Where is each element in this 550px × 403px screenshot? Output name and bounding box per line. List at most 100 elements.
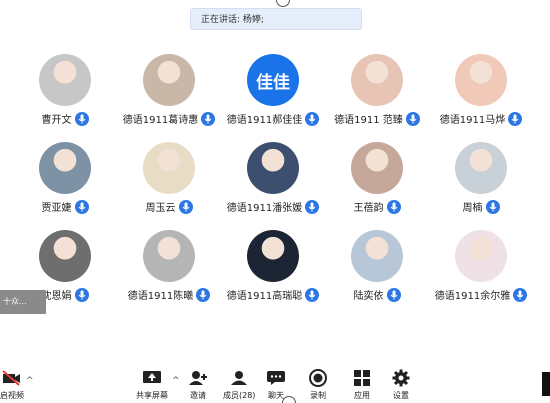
share-screen-button[interactable]: 共享屏幕: [136, 368, 168, 401]
participant-avatar: [351, 142, 403, 194]
participant-tile[interactable]: 贾亚婕: [13, 138, 117, 226]
participant-name-row: 曹开文: [42, 111, 89, 126]
record-button[interactable]: 录制: [309, 368, 327, 401]
microphone-icon: [386, 287, 401, 302]
participant-avatar: [455, 142, 507, 194]
participant-avatar: [143, 54, 195, 106]
participant-name-row: 德语1911 范臻: [334, 111, 420, 126]
participant-name: 陆奕依: [353, 291, 384, 302]
participant-avatar: [39, 54, 91, 106]
add-user-icon: [188, 368, 208, 388]
participant-avatar: [39, 230, 91, 282]
settings-label: 设置: [393, 391, 409, 400]
participant-tile[interactable]: 周楠: [429, 138, 533, 226]
microphone-icon: [74, 111, 89, 126]
participant-avatar: [455, 230, 507, 282]
microphone-icon: [305, 287, 320, 302]
floating-side-tab[interactable]: 十众...: [0, 290, 46, 314]
microphone-icon: [74, 287, 89, 302]
microphone-icon: [508, 111, 523, 126]
participant-tile[interactable]: 德语1911高瑞聪: [221, 226, 325, 314]
participant-tile[interactable]: 德语1911余尔雅: [429, 226, 533, 314]
participant-avatar: [247, 142, 299, 194]
participant-tile[interactable]: 德语1911潘张媛: [221, 138, 325, 226]
share-options-chevron-icon[interactable]: ^: [172, 376, 180, 386]
participant-avatar: [351, 230, 403, 282]
participant-name-row: 德语1911陈曦: [127, 287, 211, 302]
bottom-drag-handle[interactable]: [282, 396, 296, 403]
video-off-icon: [2, 368, 22, 388]
apps-grid-icon: [353, 368, 371, 388]
participant-name-row: 德语1911余尔雅: [434, 287, 528, 302]
participant-name: 曹开文: [41, 115, 72, 126]
microphone-icon: [74, 199, 89, 214]
participant-tile[interactable]: 曹开文: [13, 50, 117, 138]
members-button[interactable]: 成员(28): [223, 368, 255, 401]
record-label: 录制: [310, 391, 326, 400]
apps-button[interactable]: 应用: [353, 368, 371, 401]
members-icon: [229, 368, 249, 388]
microphone-icon: [201, 111, 216, 126]
participant-avatar: [143, 142, 195, 194]
participant-avatar: [143, 230, 195, 282]
participant-name: 周楠: [462, 203, 483, 214]
participant-tile[interactable]: 陆奕依: [325, 226, 429, 314]
participant-avatar: [39, 142, 91, 194]
microphone-icon: [485, 199, 500, 214]
participant-name-row: 德语1911潘张媛: [226, 199, 320, 214]
video-options-chevron-icon[interactable]: ^: [26, 376, 34, 386]
participant-tile[interactable]: 德语1911马烨: [429, 50, 533, 138]
speaking-banner: 正在讲话: 杨婷;: [190, 8, 362, 30]
participant-name-row: 王蓓韵: [354, 199, 401, 214]
participant-avatar: [247, 230, 299, 282]
invite-label: 邀请: [190, 391, 206, 400]
microphone-icon: [513, 287, 528, 302]
video-button-label: 启视频: [0, 391, 24, 400]
record-icon: [309, 368, 327, 388]
chat-icon: [266, 368, 286, 388]
microphone-icon: [386, 199, 401, 214]
participant-name-row: 德语1911郝佳佳: [226, 111, 320, 126]
participant-name: 德语1911余尔雅: [434, 291, 511, 302]
chat-button[interactable]: 聊天: [266, 368, 286, 401]
microphone-icon: [305, 199, 320, 214]
participant-name-row: 陆奕依: [354, 287, 401, 302]
invite-button[interactable]: 邀请: [188, 368, 208, 401]
participant-avatar: 佳佳: [247, 54, 299, 106]
participant-name: 沈恩娟: [41, 291, 72, 302]
participant-name: 德语1911 范臻: [334, 115, 403, 126]
share-screen-icon: [142, 368, 162, 388]
participant-grid: 曹开文 德语1911葛诗惠 佳佳 德语1911郝佳佳 德语1911 范臻 德语1911马烨…: [13, 50, 533, 314]
meeting-toolbar: 启视频 ^ 共享屏幕 ^ 邀请 成员(28) 聊天 录制 应用 设置: [0, 364, 550, 403]
participant-name-row: 德语1911葛诗惠: [122, 111, 216, 126]
participant-tile[interactable]: 佳佳德语1911郝佳佳: [221, 50, 325, 138]
participant-tile[interactable]: 德语1911葛诗惠: [117, 50, 221, 138]
participant-name-row: 沈恩娟: [42, 287, 89, 302]
apps-label: 应用: [354, 391, 370, 400]
settings-button[interactable]: 设置: [392, 368, 410, 401]
participant-name: 德语1911高瑞聪: [226, 291, 303, 302]
participant-avatar: [455, 54, 507, 106]
participant-tile[interactable]: 王蓓韵: [325, 138, 429, 226]
participant-tile[interactable]: 周玉云: [117, 138, 221, 226]
participant-name: 周玉云: [145, 203, 176, 214]
participant-name: 德语1911潘张媛: [226, 203, 303, 214]
participant-name: 德语1911陈曦: [127, 291, 194, 302]
participant-tile[interactable]: 德语1911陈曦: [117, 226, 221, 314]
top-drag-handle[interactable]: [276, 0, 290, 7]
participant-name-row: 德语1911马烨: [439, 111, 523, 126]
participant-name: 德语1911郝佳佳: [226, 115, 303, 126]
participant-avatar: [351, 54, 403, 106]
microphone-icon: [305, 111, 320, 126]
window-edge-bar: [542, 372, 550, 396]
participant-name: 贾亚婕: [41, 203, 72, 214]
members-label: 成员(28): [223, 391, 256, 400]
video-button[interactable]: 启视频: [0, 368, 24, 401]
microphone-icon: [196, 287, 211, 302]
participant-name-row: 德语1911高瑞聪: [226, 287, 320, 302]
participant-name: 德语1911马烨: [439, 115, 506, 126]
participant-name-row: 周玉云: [146, 199, 193, 214]
participant-name: 德语1911葛诗惠: [122, 115, 199, 126]
participant-tile[interactable]: 德语1911 范臻: [325, 50, 429, 138]
microphone-icon: [405, 111, 420, 126]
